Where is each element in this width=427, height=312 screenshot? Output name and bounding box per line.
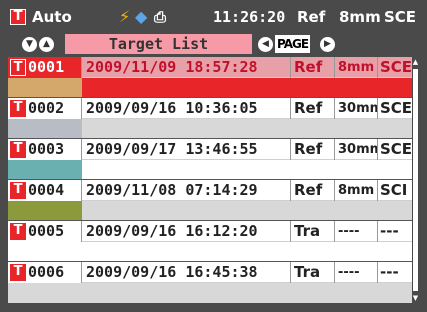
aperture: 30mm [335, 139, 378, 160]
status-time: 11:26:20 [213, 8, 286, 26]
specular-mode: --- [380, 263, 399, 281]
target-badge-icon: T [10, 223, 26, 240]
scroll-thumb[interactable] [413, 69, 418, 291]
battery-bolt-icon: ⚡ [119, 7, 131, 26]
list-item[interactable]: T 0006 2009/09/16 16:45:38 Tra ---- --- [8, 262, 412, 303]
scrollbar[interactable]: ▲ ▼ [412, 57, 419, 303]
measure-datetime: 2009/11/09 18:57:28 [82, 57, 291, 78]
target-badge-icon: T [10, 182, 26, 199]
specular-mode: SCE [380, 99, 412, 117]
list-item[interactable]: T 0001 2009/11/09 18:57:28 Ref 8mm SCE [8, 57, 412, 98]
status-measure-mode: Ref [297, 8, 326, 26]
target-number: 0005 [28, 222, 65, 240]
id-cell: T 0004 [8, 180, 82, 201]
printer-icon: ⎙ [154, 8, 167, 26]
measure-datetime: 2009/09/17 13:46:55 [82, 139, 291, 160]
aperture: 8mm [335, 57, 378, 78]
specular-mode: SCI [380, 181, 408, 199]
measure-datetime: 2009/11/08 07:14:29 [82, 180, 291, 201]
title-bar: ▼ ▲ Target List ◀ PAGE ▶ [8, 33, 419, 55]
measure-mode: Tra [291, 262, 335, 283]
list-item[interactable]: T 0003 2009/09/17 13:46:55 Ref 30mm SCE [8, 139, 412, 180]
page-prev-button[interactable]: ◀ [258, 37, 273, 52]
color-swatch [8, 201, 82, 221]
measure-mode: Tra [291, 221, 335, 242]
target-badge-icon: T [10, 59, 26, 76]
instrument-screen: T Auto ⚡ ◆ ⎙ 11:26:20 Ref 8mm SCE ▼ ▲ Ta… [0, 0, 427, 312]
id-cell: T 0003 [8, 139, 82, 160]
page-title: Target List [65, 34, 252, 54]
measure-mode: Ref [291, 57, 335, 78]
status-bar: T Auto ⚡ ◆ ⎙ 11:26:20 Ref 8mm SCE [8, 6, 419, 28]
connection-icon: ◆ [135, 7, 148, 26]
status-mode: Auto [32, 8, 72, 26]
color-swatch [8, 283, 82, 303]
page-label: PAGE [275, 35, 311, 53]
measure-mode: Ref [291, 139, 335, 160]
target-badge-icon: T [10, 100, 26, 117]
target-number: 0004 [28, 181, 65, 199]
target-number: 0003 [28, 140, 65, 158]
measure-datetime: 2009/09/16 10:36:05 [82, 98, 291, 119]
measure-datetime: 2009/09/16 16:45:38 [82, 262, 291, 283]
target-list: T 0001 2009/11/09 18:57:28 Ref 8mm SCE T… [8, 57, 412, 303]
target-badge-icon: T [10, 9, 26, 25]
id-cell: T 0005 [8, 221, 82, 242]
color-swatch [8, 160, 82, 180]
aperture: 8mm [335, 180, 378, 201]
list-item[interactable]: T 0004 2009/11/08 07:14:29 Ref 8mm SCI [8, 180, 412, 221]
scroll-up-button[interactable]: ▲ [39, 37, 54, 52]
list-item[interactable]: T 0005 2009/09/16 16:12:20 Tra ---- --- [8, 221, 412, 262]
page-next-button[interactable]: ▶ [320, 37, 335, 52]
id-cell: T 0001 [8, 57, 82, 78]
list-item[interactable]: T 0002 2009/09/16 10:36:05 Ref 30mm SCE [8, 98, 412, 139]
id-cell: T 0006 [8, 262, 82, 283]
scroll-down-button[interactable]: ▼ [22, 37, 37, 52]
scroll-up-arrow-icon[interactable]: ▲ [412, 57, 419, 67]
aperture: ---- [335, 262, 378, 283]
target-number: 0001 [28, 58, 65, 76]
id-cell: T 0002 [8, 98, 82, 119]
aperture: 30mm [335, 98, 378, 119]
status-specular: SCE [384, 8, 417, 26]
specular-mode: SCE [380, 140, 412, 158]
aperture: ---- [335, 221, 378, 242]
measure-datetime: 2009/09/16 16:12:20 [82, 221, 291, 242]
measure-mode: Ref [291, 98, 335, 119]
color-swatch [8, 242, 82, 262]
status-aperture: 8mm [339, 8, 381, 26]
target-badge-icon: T [10, 264, 26, 281]
target-number: 0002 [28, 99, 65, 117]
measure-mode: Ref [291, 180, 335, 201]
target-number: 0006 [28, 263, 65, 281]
color-swatch [8, 78, 82, 98]
scroll-down-arrow-icon[interactable]: ▼ [412, 293, 419, 303]
color-swatch [8, 119, 82, 139]
specular-mode: SCE [380, 58, 412, 76]
specular-mode: --- [380, 222, 399, 240]
target-badge-icon: T [10, 141, 26, 158]
